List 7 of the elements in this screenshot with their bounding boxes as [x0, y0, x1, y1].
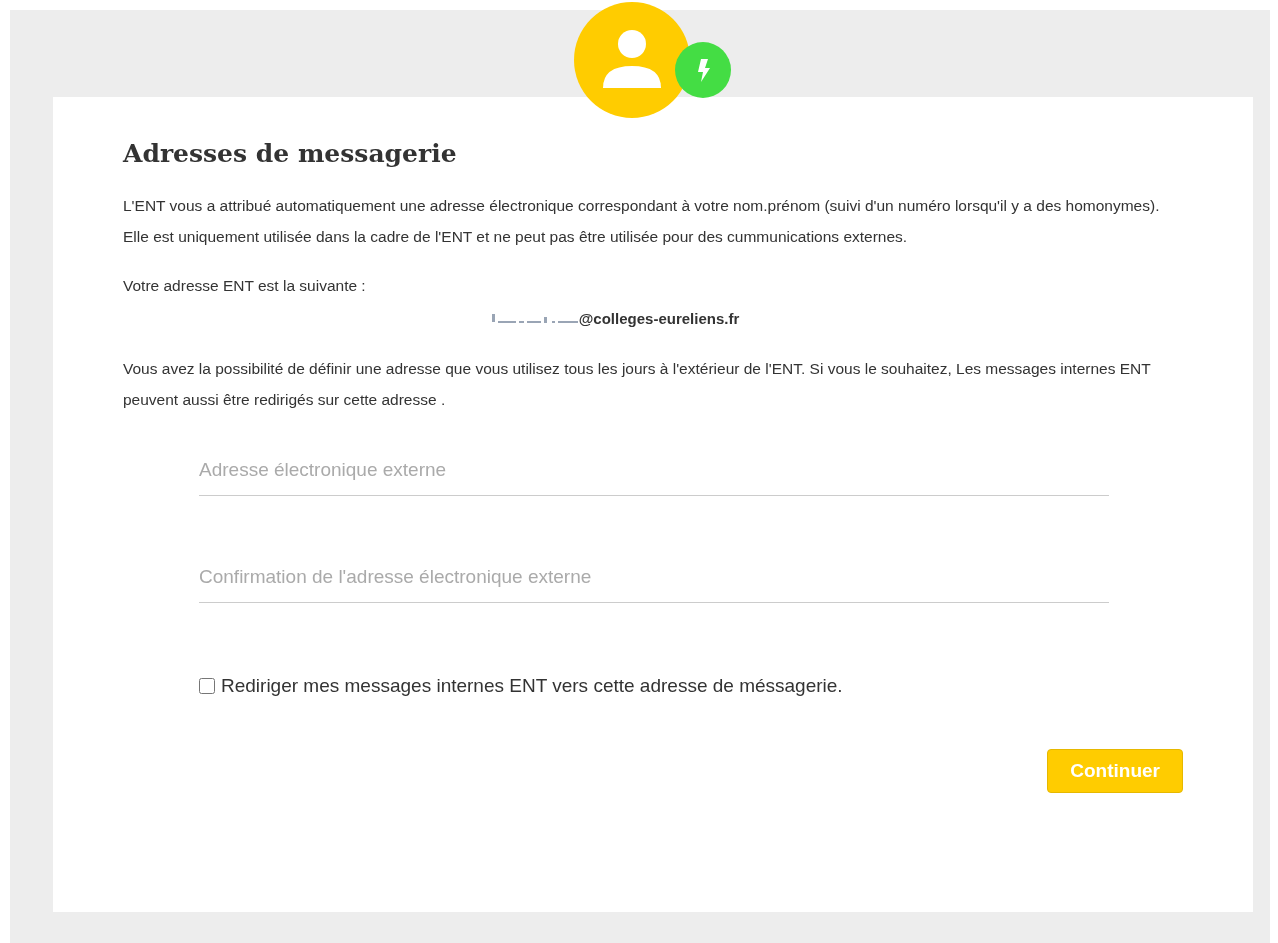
- explanation-paragraph: Vous avez la possibilité de définir une adresse que vous utilisez tous les jours à l'extérieur de l'ENT. Si vous le souhaitez, Les messages internes ENT peuvent aussi être redirigés sur cette adresse .: [123, 359, 1152, 410]
- redirect-label[interactable]: Rediriger mes messages internes ENT vers cette adresse de méssagerie.: [221, 675, 843, 697]
- page-title: Adresses de messagerie: [123, 139, 458, 168]
- email-address: @colleges-eureliens.fr: [578, 309, 740, 327]
- address-label: Votre adresse ENT est la suivante :: [123, 276, 367, 296]
- redirect-checkbox[interactable]: [199, 678, 215, 694]
- intro-paragraph: L'ENT vous a attribué automatiquement une adresse électronique correspondant à votre nom.prénom (suivi d'un numéro lorsqu'il y a des homonymes). Elle est uniquement utilisée dans la cadre de l'ENT et ne peut pas être utilisée pour des cummunications externes.: [123, 196, 1161, 247]
